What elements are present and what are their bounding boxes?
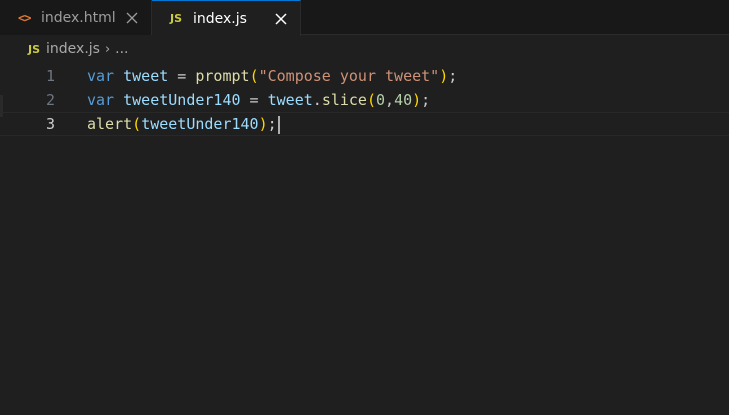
code-token: ; [267,115,277,133]
code-token: , [385,91,395,109]
code-line[interactable]: 2 var tweetUnder140 = tweet.slice(0,40); [0,88,729,112]
js-file-icon: JS [28,42,41,56]
js-file-icon: JS [170,12,183,25]
code-token: tweetUnder140 [141,115,259,133]
code-token: ) [439,67,449,85]
code-token: ) [258,115,268,133]
line-number: 3 [45,115,55,133]
code-token: ) [412,91,422,109]
tab-index-js[interactable]: JS index.js [152,0,301,36]
code-token: var [87,67,115,85]
text-cursor [277,115,280,134]
code-token: tweet [123,67,169,85]
breadcrumb-more[interactable]: ... [115,41,128,57]
tab-bar: <> index.html JS index.js [0,0,729,36]
tab-label: index.js [193,10,247,27]
html-file-icon: <> [18,10,31,25]
code-token: ; [421,91,431,109]
code-area[interactable]: 1 var tweet = prompt("Compose your tweet"… [0,64,729,136]
code-token: slice [321,91,367,109]
code-token: tweet [267,91,313,109]
code-token: alert [87,115,133,133]
code-token: 40 [394,91,413,109]
code-token: = [168,67,196,85]
code-token: tweetUnder140 [123,91,241,109]
code-text[interactable]: var tweet = prompt("Compose your tweet")… [87,64,457,88]
code-editor: <> index.html JS index.js JS index.js › … [0,0,729,415]
code-token: 0 [376,91,386,109]
code-token: var [87,91,115,109]
chevron-right-icon: › [104,41,111,57]
code-token: prompt [195,67,250,85]
code-token: = [240,91,268,109]
breadcrumb: JS index.js › ... [0,38,129,60]
tab-label: index.html [41,9,116,26]
code-text[interactable]: alert(tweetUnder140); [87,113,280,135]
code-token: ; [448,67,458,85]
close-icon[interactable] [123,9,141,27]
code-token: "Compose your tweet" [258,67,440,85]
line-number: 1 [45,67,55,85]
breadcrumb-file[interactable]: index.js [46,41,100,57]
code-token: ( [249,67,259,85]
code-token: ( [366,91,376,109]
code-line[interactable]: 1 var tweet = prompt("Compose your tweet"… [0,64,729,88]
code-text[interactable]: var tweetUnder140 = tweet.slice(0,40); [87,88,430,112]
code-token: . [312,91,322,109]
code-token: ( [132,115,142,133]
close-icon[interactable] [272,10,290,28]
tab-index-html[interactable]: <> index.html [0,0,152,35]
line-number: 2 [45,91,55,109]
code-line[interactable]: 3 alert(tweetUnder140); [0,112,729,136]
